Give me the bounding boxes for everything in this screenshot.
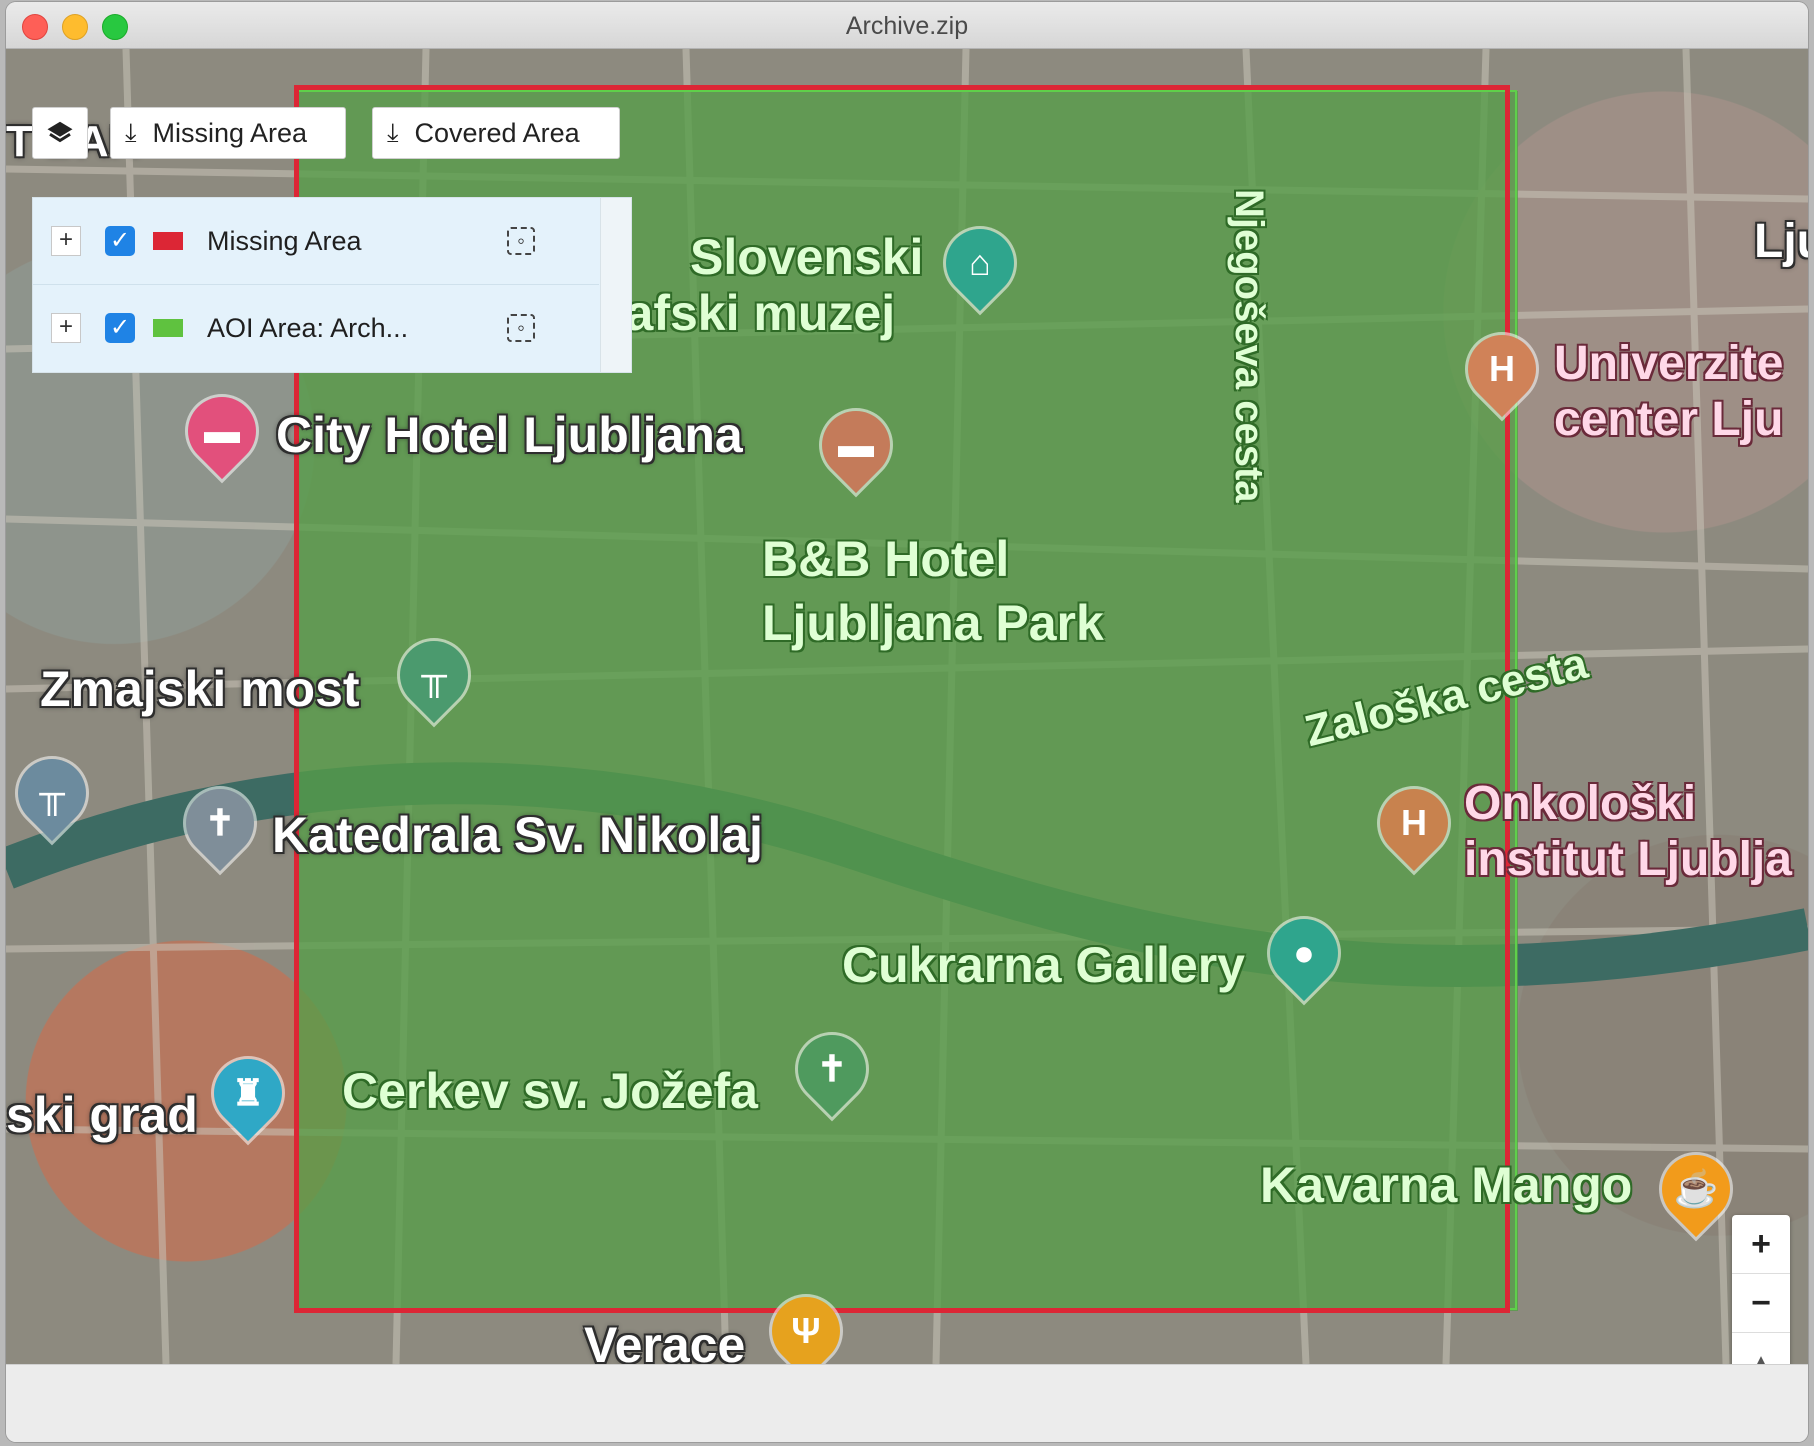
coffee-icon: ☕ (1673, 1168, 1719, 1209)
app-window: Archive.zip T BAR Slovenski etnografski … (6, 2, 1808, 1442)
hospital-pin[interactable]: H (1453, 320, 1551, 418)
hospital-icon: H (1401, 802, 1427, 843)
title-bar: Archive.zip (6, 2, 1808, 49)
status-bar (6, 1364, 1808, 1442)
download-icon: ⤓ (387, 117, 399, 147)
reset-north-button[interactable]: ▲ (1732, 1333, 1790, 1364)
map-label-katedrala: Katedrala Sv. Nikolaj (272, 807, 763, 863)
bridge-pin[interactable]: ╥ (385, 626, 483, 724)
cafe-pin[interactable]: ☕ (1647, 1140, 1745, 1238)
map-label-grad: ski grad (6, 1087, 198, 1143)
download-missing-area-label: Missing Area (152, 117, 308, 148)
layer-visibility-checkbox[interactable]: ✓ (105, 226, 135, 256)
download-covered-area-button[interactable]: ⤓ Covered Area (372, 107, 620, 159)
map-label-bb-hotel: B&B Hotel (762, 531, 1010, 587)
layer-color-swatch (153, 319, 183, 337)
cross-icon: ✝ (816, 1048, 848, 1089)
zoom-out-button[interactable]: − (1732, 1274, 1790, 1333)
layer-color-swatch (153, 232, 183, 250)
layer-name: Missing Area (207, 225, 362, 256)
hotel-pin[interactable]: ▬ (807, 396, 905, 494)
zoom-control: + − ▲ (1732, 1215, 1790, 1364)
map-label-kavarna: Kavarna Mango (1260, 1157, 1633, 1213)
map-label-cukrarna: Cukrarna Gallery (842, 937, 1245, 993)
bridge-icon: ╥ (421, 654, 447, 695)
zoom-to-layer-icon[interactable]: ◦ (507, 227, 535, 255)
fork-knife-icon: Ψ (791, 1310, 821, 1351)
map-label-verace: Verace (584, 1317, 746, 1364)
church-pin-2[interactable]: ✝ (783, 1020, 881, 1118)
bridge-icon: ╥ (39, 772, 65, 813)
zoom-to-layer-icon[interactable]: ◦ (507, 314, 535, 342)
bridge-pin-2[interactable]: ╥ (6, 744, 101, 842)
hospital-icon: H (1489, 348, 1515, 389)
map-label-lju: Lju (1754, 215, 1808, 268)
expand-layer-button[interactable]: + (51, 226, 81, 256)
map-label-cerkev: Cerkev sv. Jožefa (342, 1063, 758, 1119)
map-label-city-hotel: City Hotel Ljubljana (276, 407, 743, 463)
map-view[interactable]: T BAR Slovenski etnografski muzej City H… (6, 49, 1808, 1364)
museum-pin[interactable]: ⌂ (931, 214, 1029, 312)
cross-icon: ✝ (204, 802, 236, 843)
church-pin[interactable]: ✝ (171, 774, 269, 872)
download-missing-area-button[interactable]: ⤓ Missing Area (110, 107, 346, 159)
map-label-zmajski: Zmajski most (40, 661, 360, 717)
bed-icon: ▬ (204, 410, 240, 451)
map-label-onkoloski-institut: institut Ljublja (1464, 833, 1792, 886)
map-label-njegoseva: Njegoševa cesta (1227, 189, 1271, 503)
museum-icon: ⌂ (969, 242, 991, 283)
layer-visibility-checkbox[interactable]: ✓ (105, 313, 135, 343)
download-icon: ⤓ (125, 117, 137, 147)
map-label-bb-park: Ljubljana Park (762, 595, 1104, 651)
layers-icon (47, 121, 73, 143)
expand-layer-button[interactable]: + (51, 313, 81, 343)
map-label-slovenski: Slovenski (690, 229, 924, 285)
zoom-in-button[interactable]: + (1732, 1215, 1790, 1274)
map-label-onkoloski: Onkološki (1464, 777, 1697, 830)
layer-list-panel: + ✓ Missing Area ◦ + ✓ AOI Area: Arch...… (32, 197, 632, 373)
gallery-pin[interactable]: ● (1255, 904, 1353, 1002)
layer-panel-scrollbar[interactable] (600, 198, 631, 372)
layer-row-missing-area[interactable]: + ✓ Missing Area ◦ (33, 198, 599, 285)
layer-row-aoi-area[interactable]: + ✓ AOI Area: Arch... ◦ (33, 285, 599, 371)
castle-pin[interactable]: ♜ (199, 1044, 297, 1142)
castle-icon: ♜ (231, 1072, 265, 1113)
palette-icon: ● (1293, 932, 1315, 973)
city-hotel-pin[interactable]: ▬ (173, 382, 271, 480)
download-covered-area-label: Covered Area (414, 117, 580, 148)
layers-button[interactable] (32, 107, 88, 159)
bed-icon: ▬ (838, 424, 874, 465)
map-label-univerzitetni: Univerzite (1554, 337, 1784, 390)
map-label-univerzitetni-center: center Lju (1554, 393, 1784, 446)
window-title: Archive.zip (845, 12, 969, 40)
layer-name: AOI Area: Arch... (207, 312, 409, 343)
hospital-pin-2[interactable]: H (1365, 774, 1463, 872)
